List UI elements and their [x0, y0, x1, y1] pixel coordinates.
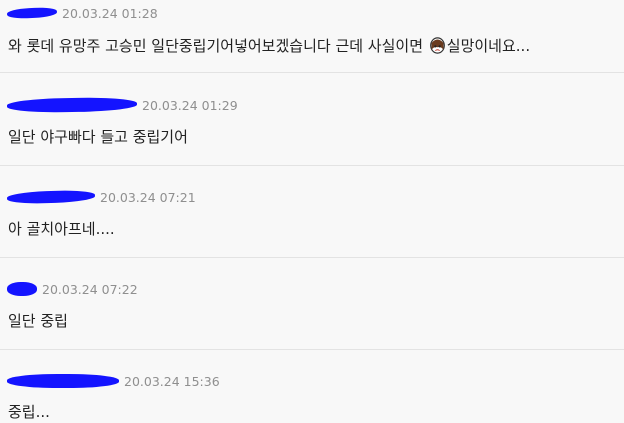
comment-timestamp: 20.03.24 15:36	[124, 373, 220, 389]
comment-text: 일단 야구빠다 들고 중립기어	[8, 128, 188, 146]
redacted-username	[7, 374, 119, 388]
comment-text: 와 롯데 유망주 고승민 일단중립기어넣어보겠습니다 근데 사실이면 실망이네요…	[8, 37, 531, 55]
comment-text: 일단 중립	[8, 312, 68, 330]
comment-text: 아 골치아프네....	[8, 220, 115, 238]
redacted-username	[6, 6, 58, 20]
redacted-username	[6, 189, 96, 205]
redacted-username	[6, 96, 138, 114]
comment-timestamp: 20.03.24 01:28	[62, 5, 158, 21]
comment-meta: 20.03.24 01:29	[6, 95, 238, 115]
comment-timestamp: 20.03.24 07:21	[100, 189, 196, 205]
comment-meta: 20.03.24 07:21	[6, 187, 196, 207]
divider	[0, 72, 624, 73]
comment-meta: 20.03.24 01:28	[6, 3, 158, 23]
comment-meta: 20.03.24 15:36	[7, 371, 220, 391]
comment-timestamp: 20.03.24 01:29	[142, 97, 238, 113]
divider	[0, 257, 624, 258]
divider	[0, 349, 624, 350]
sad-face-icon	[429, 37, 445, 54]
divider	[0, 165, 624, 166]
comment-meta: 20.03.24 07:22	[7, 279, 138, 299]
comment-timestamp: 20.03.24 07:22	[42, 281, 138, 297]
comment-text: 중립...	[8, 403, 50, 421]
redacted-username	[7, 282, 37, 296]
comment-list: 20.03.24 01:28 와 롯데 유망주 고승민 일단중립기어넣어보겠습니…	[0, 0, 624, 423]
